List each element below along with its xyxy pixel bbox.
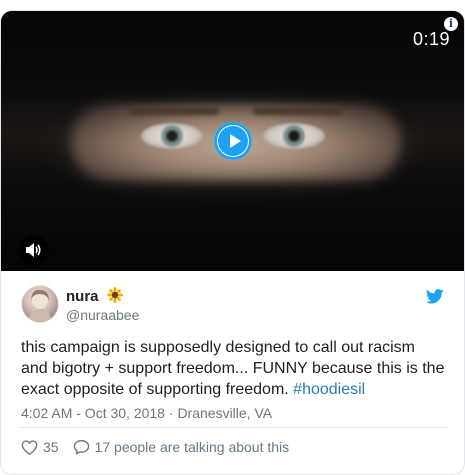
like-button[interactable]: 35 xyxy=(21,439,59,455)
sunflower-icon xyxy=(106,287,123,303)
like-count: 35 xyxy=(43,439,59,455)
author-name[interactable]: nura xyxy=(66,287,123,305)
video-frame-brow-left xyxy=(129,107,219,115)
tweet-meta: 4:02 AM - Oct 30, 2018 · Dranesville, VA xyxy=(21,403,444,423)
avatar[interactable] xyxy=(21,285,59,323)
tweet-actions: 35 17 people are talking about this xyxy=(21,428,446,466)
play-icon xyxy=(218,126,248,156)
tweet-body: nura @nuraabee this campaign is supposed… xyxy=(1,271,464,466)
author-handle[interactable]: @nuraabee xyxy=(66,307,139,323)
volume-button[interactable] xyxy=(19,235,49,265)
meta-separator: · xyxy=(164,405,178,421)
video-frame-scarf-top xyxy=(1,11,464,106)
tweet-embed-card: i 0:19 nura @nuraabee this campaign is s… xyxy=(0,10,465,475)
speaker-icon xyxy=(26,243,41,257)
tweet-text-body: this campaign is supposedly designed to … xyxy=(21,339,445,398)
conversation-text: 17 people are talking about this xyxy=(94,439,290,455)
reply-bubble-icon xyxy=(73,439,89,455)
video-frame-eye-right xyxy=(263,123,325,149)
video-player[interactable]: i 0:19 xyxy=(1,11,464,271)
conversation-link[interactable]: 17 people are talking about this xyxy=(73,439,290,455)
heart-icon xyxy=(21,439,38,455)
hashtag-link[interactable]: #hoodiesil xyxy=(293,381,365,398)
video-frame-scarf-bottom xyxy=(1,179,464,271)
video-frame-brow-right xyxy=(253,107,343,115)
tweet-location[interactable]: Dranesville, VA xyxy=(177,405,272,421)
author-row: nura @nuraabee xyxy=(19,271,446,327)
play-button[interactable] xyxy=(214,122,252,160)
twitter-bird-icon[interactable] xyxy=(426,289,444,304)
video-duration: 0:19 xyxy=(412,29,450,49)
tweet-timestamp[interactable]: 4:02 AM - Oct 30, 2018 xyxy=(21,405,165,421)
tweet-text: this campaign is supposedly designed to … xyxy=(21,337,446,400)
video-frame-eye-left xyxy=(141,123,203,149)
